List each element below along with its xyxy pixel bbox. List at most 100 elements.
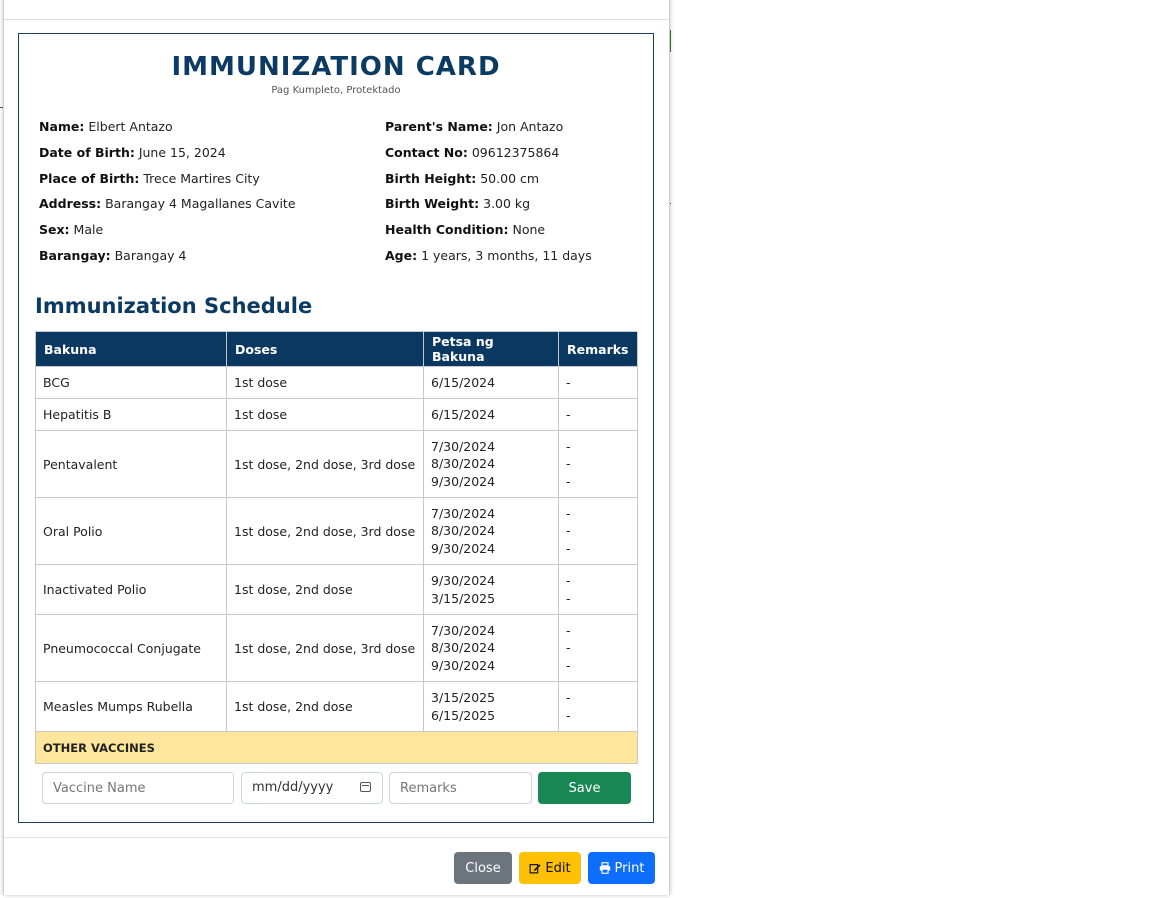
- dates-cell: 7/30/2024 8/30/2024 9/30/2024: [423, 497, 559, 565]
- edit-button[interactable]: Edit: [519, 852, 581, 884]
- info-row: Birth Weight: 3.00 kg: [385, 195, 645, 221]
- info-row: Birth Height: 50.00 cm: [385, 170, 645, 196]
- remark-line: -: [566, 438, 571, 454]
- table-row: Measles Mumps Rubella 1st dose, 2nd dose 3…: [35, 681, 638, 732]
- info-label: Parent's Name:: [385, 119, 493, 134]
- table-header-row: Bakuna Doses Petsa ng Bakuna Remarks: [35, 331, 638, 367]
- close-button-label: Close: [465, 860, 501, 876]
- print-button[interactable]: Print: [588, 852, 655, 884]
- info-label: Barangay:: [39, 247, 111, 263]
- info-value: Barangay 4: [114, 247, 187, 263]
- table-row: Oral Polio 1st dose, 2nd dose, 3rd dose 7/…: [35, 497, 638, 565]
- info-row: Address: Barangay 4 Magallanes Cavite: [39, 195, 369, 221]
- doses-cell: 1st dose, 2nd dose, 3rd dose: [226, 614, 424, 682]
- info-row: Barangay: Barangay 4: [39, 247, 369, 273]
- modal-header: [4, 0, 669, 20]
- doses-cell: 1st dose: [226, 366, 424, 399]
- remarks-input[interactable]: [389, 772, 532, 804]
- remark-line: -: [566, 707, 571, 723]
- info-value: June 15, 2024: [138, 144, 226, 160]
- remark-line: -: [566, 622, 571, 638]
- vaccine-cell: Pentavalent: [35, 430, 227, 498]
- info-value: 09612375864: [471, 144, 560, 160]
- immunization-modal: IMMUNIZATION CARD Pag Kumpleto, Protekta…: [3, 0, 670, 895]
- date-line: 6/15/2024: [431, 406, 496, 422]
- dates-cell: 9/30/2024 3/15/2025: [423, 564, 559, 615]
- immunization-card: IMMUNIZATION CARD Pag Kumpleto, Protekta…: [18, 33, 654, 823]
- schedule-title: Immunization Schedule: [35, 294, 313, 318]
- doses-cell: 1st dose, 2nd dose: [226, 681, 424, 732]
- info-value: 3.00 kg: [483, 196, 531, 212]
- remark-line: -: [566, 473, 571, 489]
- header-doses: Doses: [226, 331, 424, 367]
- info-value: Jon Antazo: [496, 119, 564, 134]
- date-line: 9/30/2024: [431, 473, 496, 489]
- header-bakuna: Bakuna: [35, 331, 227, 367]
- remarks-cell: ---: [558, 430, 638, 498]
- vaccine-date-input[interactable]: mm/dd/yyyy: [241, 772, 383, 804]
- info-row: Date of Birth: June 15, 2024: [39, 144, 369, 170]
- info-label: Address:: [39, 196, 102, 212]
- info-value: Barangay 4 Magallanes Cavite: [105, 196, 296, 212]
- info-row: Place of Birth: Trece Martires City: [39, 170, 369, 196]
- vaccine-cell: Hepatitis B: [35, 398, 227, 431]
- info-value: Male: [73, 222, 104, 238]
- schedule-body: BCG 1st dose 6/15/2024- Hepatitis B 1st dose…: [35, 366, 638, 732]
- info-row: Age: 1 years, 3 months, 11 days: [385, 247, 645, 273]
- vaccine-cell: Measles Mumps Rubella: [35, 681, 227, 732]
- dates-cell: 7/30/2024 8/30/2024 9/30/2024: [423, 614, 559, 682]
- info-label: Health Condition:: [385, 222, 509, 238]
- remarks-cell: ---: [558, 614, 638, 682]
- info-row: Parent's Name: Jon Antazo: [385, 118, 645, 144]
- vaccine-name-input[interactable]: [42, 772, 234, 804]
- dates-cell: 7/30/2024 8/30/2024 9/30/2024: [423, 430, 559, 498]
- info-row: Name: Elbert Antazo: [39, 118, 369, 144]
- remark-line: -: [566, 540, 571, 556]
- table-row: Pentavalent 1st dose, 2nd dose, 3rd dose 7…: [35, 430, 638, 498]
- save-button[interactable]: Save: [538, 772, 631, 804]
- date-line: 9/30/2024: [431, 657, 496, 673]
- remark-line: -: [566, 523, 571, 539]
- modal-footer-divider: [4, 837, 669, 838]
- remark-line: -: [566, 689, 571, 705]
- remark-line: -: [566, 406, 571, 422]
- dates-cell: 6/15/2024: [423, 398, 559, 431]
- vaccine-cell: Pneumococcal Conjugate: [35, 614, 227, 682]
- date-line: 6/15/2025: [431, 707, 496, 723]
- date-line: 8/30/2024: [431, 456, 496, 472]
- info-label: Contact No:: [385, 144, 468, 160]
- other-vaccines-label: OTHER VACCINES: [35, 731, 638, 764]
- date-line: 3/15/2025: [431, 689, 496, 705]
- pencil-square-icon: [529, 864, 542, 874]
- remarks-cell: --: [558, 681, 638, 732]
- doses-cell: 1st dose: [226, 398, 424, 431]
- print-button-label: Print: [614, 860, 645, 876]
- info-label: Name:: [39, 119, 85, 134]
- save-button-label: Save: [568, 780, 601, 796]
- info-value: 1 years, 3 months, 11 days: [421, 247, 592, 263]
- remark-line: -: [566, 590, 571, 606]
- info-label: Date of Birth:: [39, 144, 135, 160]
- printer-icon: [599, 862, 610, 874]
- calendar-icon[interactable]: [360, 782, 371, 792]
- date-line: 7/30/2024: [431, 622, 496, 638]
- table-row: Pneumococcal Conjugate 1st dose, 2nd dose…: [35, 614, 638, 682]
- vaccine-cell: BCG: [35, 366, 227, 399]
- vaccine-cell: Oral Polio: [35, 497, 227, 565]
- edit-button-label: Edit: [545, 860, 571, 876]
- info-row: Contact No: 09612375864: [385, 144, 645, 170]
- other-vaccines-row: OTHER VACCINES: [35, 731, 638, 764]
- date-line: 9/30/2024: [431, 572, 496, 588]
- date-line: 9/30/2024: [431, 540, 496, 556]
- remark-line: -: [566, 657, 571, 673]
- info-value: Trece Martires City: [143, 170, 260, 186]
- date-line: 3/15/2025: [431, 590, 496, 606]
- close-button[interactable]: Close: [454, 852, 512, 884]
- info-row: Sex: Male: [39, 221, 369, 247]
- date-line: 8/30/2024: [431, 640, 496, 656]
- remark-line: -: [566, 505, 571, 521]
- vaccine-cell: Inactivated Polio: [35, 564, 227, 615]
- doses-cell: 1st dose, 2nd dose: [226, 564, 424, 615]
- date-input-value: mm/dd/yyyy: [252, 780, 334, 795]
- info-row: Health Condition: None: [385, 221, 645, 247]
